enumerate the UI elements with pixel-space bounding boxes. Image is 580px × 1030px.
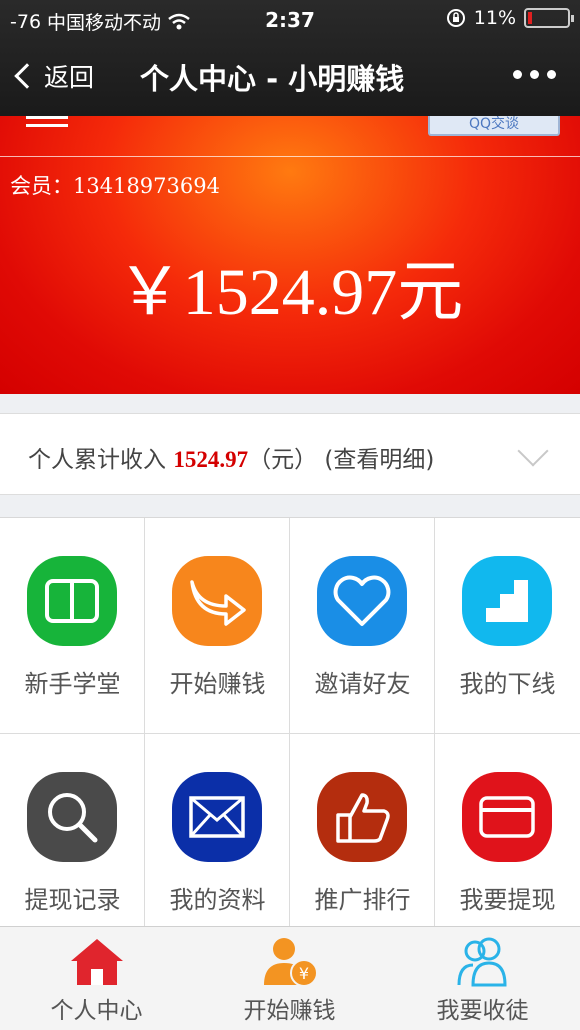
magnifier-icon bbox=[27, 772, 117, 862]
grid-item-label: 提现记录 bbox=[24, 886, 121, 914]
dot-icon bbox=[547, 70, 556, 79]
qq-chat-button[interactable]: QQ交谈 bbox=[428, 116, 560, 136]
grid-item-label: 新手学堂 bbox=[24, 670, 121, 698]
grid-item-my-profile[interactable]: 我的资料 bbox=[145, 734, 290, 950]
grid-item-start-earning[interactable]: 开始赚钱 bbox=[145, 518, 290, 734]
tab-label: 我要收徒 bbox=[436, 998, 529, 1024]
chevron-down-icon[interactable] bbox=[517, 435, 549, 467]
top-bar: -76 中国移动不动 2:37 11% 返回 个人中心 - 小明赚钱 bbox=[0, 0, 580, 116]
tab-recruit-apprentices[interactable]: 我要收徒 bbox=[386, 927, 579, 1030]
grid-item-label: 我的资料 bbox=[169, 886, 266, 914]
heart-icon bbox=[317, 556, 407, 646]
page-title: 个人中心 - 小明赚钱 bbox=[140, 62, 405, 96]
chevron-left-icon bbox=[14, 63, 40, 89]
income-unit: （元） bbox=[248, 447, 318, 473]
bottom-tab-bar: 个人中心 ¥ 开始赚钱 我要收徒 bbox=[0, 926, 580, 1030]
grid-item-label: 我的下线 bbox=[459, 670, 556, 698]
income-value: 1524.97 bbox=[173, 447, 249, 472]
user-yuan-icon: ¥ bbox=[264, 938, 318, 987]
nav-bar: 返回 个人中心 - 小明赚钱 bbox=[0, 38, 580, 116]
grid-item-withdraw-records[interactable]: 提现记录 bbox=[0, 734, 145, 950]
forward-arrow-icon bbox=[172, 556, 262, 646]
tab-personal-center[interactable]: 个人中心 bbox=[0, 927, 193, 1030]
balance-banner: QQ交谈 会员：13418973694 ￥1524.97元 bbox=[0, 116, 580, 394]
grid-item-my-downline[interactable]: 我的下线 bbox=[435, 518, 580, 734]
home-icon bbox=[71, 939, 123, 985]
back-label: 返回 bbox=[44, 63, 95, 92]
feature-grid: 新手学堂 开始赚钱 邀请好友 我的下线 提现记录 我的资料 推广排行 我要提现 bbox=[0, 517, 580, 950]
svg-text:¥: ¥ bbox=[299, 964, 309, 983]
battery-percent: 11% bbox=[473, 7, 516, 29]
member-id: 13418973694 bbox=[73, 174, 220, 198]
tab-start-earning[interactable]: ¥ 开始赚钱 bbox=[193, 927, 386, 1030]
users-icon bbox=[457, 937, 507, 987]
book-icon bbox=[27, 556, 117, 646]
back-button[interactable]: 返回 bbox=[14, 58, 95, 94]
divider bbox=[0, 156, 580, 157]
dot-icon bbox=[530, 70, 539, 79]
grid-item-label: 推广排行 bbox=[314, 886, 411, 914]
stairs-icon bbox=[462, 556, 552, 646]
more-menu-button[interactable] bbox=[513, 70, 556, 79]
balance-amount: ￥1524.97元 bbox=[116, 256, 464, 329]
tab-label: 个人中心 bbox=[50, 998, 143, 1024]
member-info: 会员：13418973694 bbox=[10, 170, 220, 200]
status-bar: -76 中国移动不动 2:37 11% bbox=[0, 0, 580, 38]
grid-item-invite-friends[interactable]: 邀请好友 bbox=[290, 518, 435, 734]
rotation-lock-icon bbox=[446, 9, 465, 27]
income-prefix: 个人累计收入 bbox=[28, 447, 174, 473]
card-icon bbox=[462, 772, 552, 862]
grid-item-label: 开始赚钱 bbox=[169, 670, 266, 698]
member-label: 会员： bbox=[10, 174, 73, 198]
battery-icon bbox=[524, 8, 574, 28]
thumbs-up-icon bbox=[317, 772, 407, 862]
grid-item-label: 我要提现 bbox=[459, 886, 556, 914]
grid-item-novice-school[interactable]: 新手学堂 bbox=[0, 518, 145, 734]
grid-item-label: 邀请好友 bbox=[314, 670, 411, 698]
envelope-icon bbox=[172, 772, 262, 862]
income-summary-row[interactable]: 个人累计收入 1524.97（元） (查看明细) bbox=[0, 413, 580, 495]
dot-icon bbox=[513, 70, 522, 79]
menu-icon[interactable] bbox=[26, 116, 68, 134]
grid-item-withdraw[interactable]: 我要提现 bbox=[435, 734, 580, 950]
tab-label: 开始赚钱 bbox=[243, 998, 336, 1024]
grid-item-promotion-ranking[interactable]: 推广排行 bbox=[290, 734, 435, 950]
view-details-link[interactable]: (查看明细) bbox=[324, 447, 434, 473]
